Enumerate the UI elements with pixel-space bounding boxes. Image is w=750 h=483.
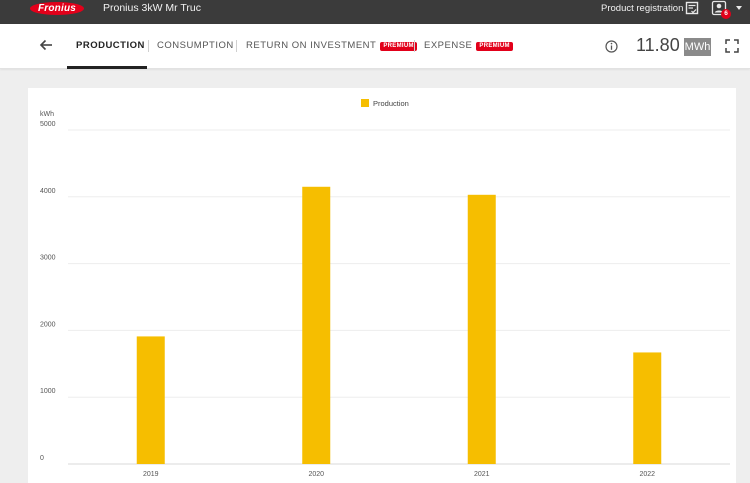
tab-consumption[interactable]: CONSUMPTION [157, 40, 234, 52]
top-bar: Fronius Pronius 3kW Mr Truc Product regi… [0, 0, 750, 24]
production-chart-card: 0 1000 2000 3000 4000 5000 kWh Production 2019 20… [28, 88, 736, 483]
tab-roi-label: RETURN ON INVESTMENT [246, 40, 377, 51]
y-tick-label: 2000 [40, 321, 56, 328]
premium-badge: PREMIUM [476, 42, 513, 51]
info-icon[interactable] [605, 40, 618, 53]
legend-label: Production [373, 99, 409, 108]
fullscreen-icon[interactable] [725, 39, 739, 53]
tab-consumption-label: CONSUMPTION [157, 40, 234, 51]
y-tick-label: 0 [40, 455, 44, 462]
x-tick-label: 2019 [143, 471, 159, 478]
tab-separator [148, 40, 149, 52]
y-tick-label: 1000 [40, 388, 56, 395]
unit-selector[interactable]: MWh [684, 38, 711, 56]
tab-production-label: PRODUCTION [76, 40, 145, 51]
tab-navigation-bar: PRODUCTION CONSUMPTION RETURN ON INVESTM… [0, 24, 750, 69]
notification-badge[interactable]: 6 [721, 9, 731, 19]
tab-return-on-investment[interactable]: RETURN ON INVESTMENT PREMIUM [246, 40, 417, 52]
total-production-value: 11.80 [636, 35, 680, 55]
fronius-logo[interactable]: Fronius [30, 2, 84, 15]
system-name[interactable]: Pronius 3kW Mr Truc [103, 2, 201, 15]
bar-2020 [302, 186, 331, 464]
y-tick-label: 3000 [40, 255, 56, 262]
x-tick-label: 2020 [308, 471, 324, 478]
x-tick-label: 2022 [639, 471, 655, 478]
registration-icon[interactable] [685, 1, 699, 15]
active-tab-indicator [67, 66, 147, 69]
bar-2021 [467, 194, 496, 464]
tab-expense-label: EXPENSE [424, 40, 473, 51]
tab-expense[interactable]: EXPENSE PREMIUM [424, 40, 513, 52]
production-bar-chart: 0 1000 2000 3000 4000 5000 kWh Production 2019 20… [40, 99, 730, 478]
y-tick-label: 4000 [40, 188, 56, 195]
y-tick-label: 5000 [40, 121, 56, 128]
legend-swatch [361, 99, 369, 107]
chevron-down-icon[interactable] [736, 6, 742, 10]
y-axis-label: kWh [40, 111, 54, 118]
bar-2019 [136, 336, 165, 464]
bar-2022 [633, 352, 662, 464]
product-registration-link[interactable]: Product registration [601, 2, 683, 15]
tab-production[interactable]: PRODUCTION [76, 40, 145, 52]
x-tick-label: 2021 [474, 471, 490, 478]
tab-separator [236, 40, 237, 52]
back-arrow-icon[interactable] [38, 37, 54, 53]
premium-badge: PREMIUM [380, 42, 417, 51]
tab-separator [414, 40, 415, 52]
